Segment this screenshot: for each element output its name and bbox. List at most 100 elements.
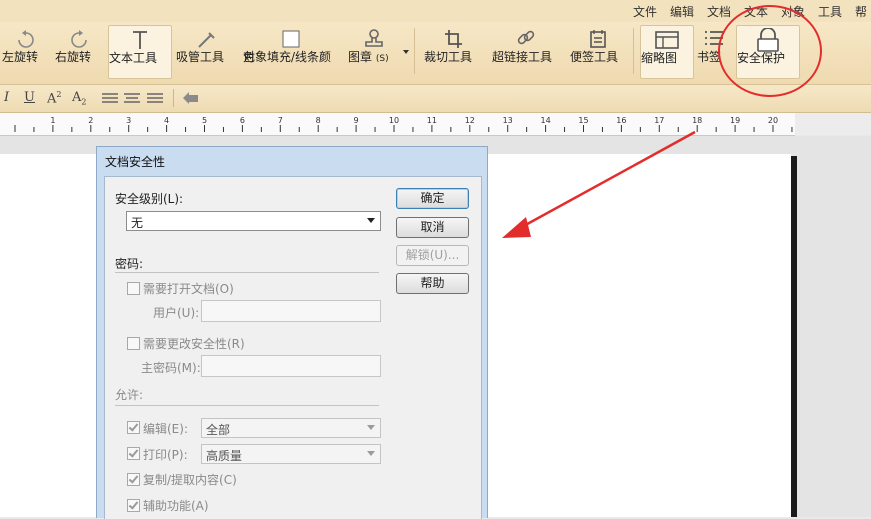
- format-toolbar: I U A2 A2: [0, 85, 871, 113]
- sticky-note-icon: [590, 30, 606, 48]
- ruler-label: 12: [465, 116, 475, 125]
- link-icon: [517, 30, 535, 45]
- italic-button[interactable]: I: [4, 90, 9, 105]
- stamp-dropdown-icon[interactable]: [403, 50, 409, 54]
- sticky-note-label: 便签工具: [570, 50, 619, 64]
- chevron-down-icon: [367, 218, 375, 223]
- stamp-shortcut: (S): [375, 54, 389, 64]
- ruler-label: 9: [354, 116, 359, 125]
- rotate-left-button[interactable]: 左旋转: [2, 25, 50, 77]
- ruler-label: 3: [126, 116, 131, 125]
- ruler-label: 18: [692, 116, 702, 125]
- superscript-button[interactable]: A2: [47, 90, 61, 106]
- ruler-label: 13: [503, 116, 513, 125]
- sticky-note-button[interactable]: 便签工具: [570, 25, 626, 77]
- dialog-body: 安全级别(L): 无 密码: 需要打开文档(O) 用户(U): 需要更改安全性(…: [104, 176, 482, 519]
- require-open-checkbox[interactable]: [127, 282, 140, 295]
- security-level-value: 无: [131, 216, 144, 230]
- dialog-title: 文档安全性: [105, 155, 166, 169]
- help-button[interactable]: 帮助: [396, 273, 469, 294]
- security-level-label: 安全级别(L):: [115, 192, 184, 206]
- stamp-button[interactable]: 图章 (S): [348, 25, 400, 77]
- copy-label: 复制/提取内容(C): [143, 473, 237, 487]
- thumbnail-label: 缩略图: [641, 51, 678, 65]
- format-separator: [173, 89, 174, 107]
- print-select[interactable]: 高质量: [201, 444, 381, 464]
- menu-document[interactable]: 文档: [707, 3, 731, 20]
- subscript-button[interactable]: A2: [72, 90, 86, 107]
- hyperlink-tool-button[interactable]: 超链接工具: [492, 25, 560, 77]
- object-fill-label: 对象填充/线条颜: [243, 50, 332, 64]
- rotate-right-icon: [71, 30, 87, 48]
- bookmark-label: 书签: [697, 50, 722, 64]
- cancel-button[interactable]: 取消: [396, 217, 469, 238]
- accessibility-checkbox[interactable]: [127, 499, 140, 512]
- print-label: 打印(P):: [143, 448, 188, 462]
- ruler-label: 19: [730, 116, 740, 125]
- ruler-label: 4: [164, 116, 169, 125]
- crop-tool-button[interactable]: 裁切工具: [424, 25, 482, 77]
- bookmark-button[interactable]: 书签: [697, 25, 731, 77]
- thumbnail-icon: [655, 31, 679, 49]
- align-left-icon[interactable]: [101, 91, 119, 105]
- user-password-input[interactable]: [201, 300, 381, 322]
- security-level-select[interactable]: 无: [126, 211, 381, 231]
- security-label: 安全保护: [737, 51, 786, 65]
- menu-edit[interactable]: 编辑: [670, 3, 694, 20]
- stamp-label-text: 图章: [348, 50, 373, 64]
- eyedropper-button[interactable]: 吸管工具: [176, 25, 236, 77]
- document-security-dialog: 文档安全性 安全级别(L): 无 密码: 需要打开文档(O) 用户(U): 需要…: [96, 146, 488, 519]
- ruler-label: 17: [654, 116, 664, 125]
- print-checkbox[interactable]: [127, 447, 140, 460]
- undo-arrow-icon[interactable]: [181, 90, 201, 106]
- ruler-label: 11: [427, 116, 437, 125]
- menu-text[interactable]: 文本: [744, 3, 768, 20]
- superscript-mark: 2: [56, 90, 62, 99]
- edit-checkbox[interactable]: [127, 421, 140, 434]
- menu-tools[interactable]: 工具: [818, 3, 842, 20]
- menu-bar: 文件 编辑 文档 文本 对象 工具 帮助: [0, 0, 871, 36]
- master-password-input[interactable]: [201, 355, 381, 377]
- edit-select[interactable]: 全部: [201, 418, 381, 438]
- text-tool-label: 文本工具: [109, 51, 158, 65]
- ruler-label: 14: [541, 116, 551, 125]
- fill-square-icon: [282, 30, 300, 48]
- accessibility-label: 辅助功能(A): [143, 499, 209, 513]
- allow-group-label: 允许:: [115, 388, 144, 402]
- ribbon-toolbar: 左旋转 右旋转 文本工具 吸管工具 对象填充/线条颜 色 图章 (S) 裁切工具…: [0, 22, 871, 85]
- bookmark-list-icon: [705, 31, 723, 45]
- align-center-icon[interactable]: [123, 91, 141, 105]
- eyedropper-label: 吸管工具: [176, 50, 225, 64]
- subscript-letter: A: [72, 90, 82, 105]
- menu-object[interactable]: 对象: [781, 3, 805, 20]
- crop-label: 裁切工具: [424, 50, 473, 64]
- password-group-label: 密码:: [115, 257, 144, 271]
- crop-icon: [445, 30, 462, 48]
- edit-value: 全部: [206, 423, 231, 437]
- rotate-left-label: 左旋转: [2, 50, 39, 64]
- chevron-down-icon: [367, 425, 375, 430]
- stamp-label: 图章 (S): [348, 51, 389, 66]
- stamp-icon: [365, 29, 383, 47]
- ruler-label: 7: [278, 116, 283, 125]
- page-edge: [791, 156, 797, 517]
- unlock-button[interactable]: 解锁(U)...: [396, 245, 469, 266]
- eyedropper-icon: [198, 32, 215, 48]
- ruler-end: [795, 113, 871, 135]
- object-fill-button[interactable]: 对象填充/线条颜 色: [243, 25, 339, 77]
- ruler-label: 10: [389, 116, 399, 125]
- copy-checkbox[interactable]: [127, 473, 140, 486]
- rotate-right-button[interactable]: 右旋转: [55, 25, 103, 77]
- thumbnail-button[interactable]: 缩略图: [640, 25, 694, 79]
- security-button[interactable]: 安全保护: [736, 25, 800, 79]
- require-change-checkbox[interactable]: [127, 337, 140, 350]
- text-tool-icon: [133, 31, 147, 49]
- menu-file[interactable]: 文件: [633, 3, 657, 20]
- underline-button[interactable]: U: [24, 90, 35, 105]
- lock-icon: [757, 28, 779, 52]
- align-right-icon[interactable]: [146, 91, 164, 105]
- superscript-letter: A: [47, 91, 57, 107]
- text-tool-button[interactable]: 文本工具: [108, 25, 172, 79]
- ruler-label: 2: [88, 116, 93, 125]
- ok-button[interactable]: 确定: [396, 188, 469, 209]
